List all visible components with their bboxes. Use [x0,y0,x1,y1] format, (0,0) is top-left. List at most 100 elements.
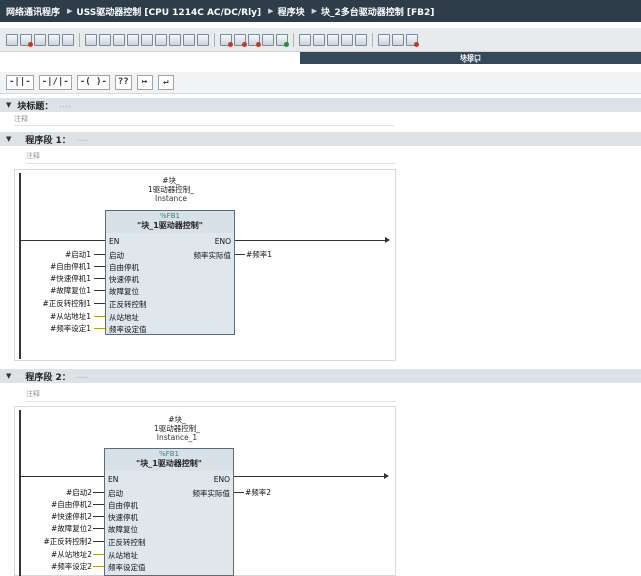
window-icon[interactable] [113,33,125,46]
toolbar-divider [293,32,294,47]
input-operand[interactable]: #正反转控制2 [43,536,92,547]
append-row-icon[interactable] [48,33,60,46]
call-structure-icon[interactable] [341,33,353,46]
glasses-icon[interactable] [392,33,404,46]
network-1-fb-box[interactable]: %FB1 "块_1驱动器控制" EN ENO 启动 自由停机 快速停机 故障复位… [105,210,235,335]
normally-closed-contact-button[interactable]: -|/|- [38,75,72,90]
fb-number: %FB1 [159,450,179,458]
breadcrumb-item[interactable]: USS驱动器控制 [CPU 1214C AC/DC/Rly] [76,5,261,18]
absolute-operand-icon[interactable] [141,33,153,46]
input-operand[interactable]: #启动1 [65,249,91,260]
fb-name: "块_1驱动器控制" [137,221,203,230]
coil-button[interactable]: -( )- [76,75,110,90]
network-2-fb-box[interactable]: %FB1 "块_1驱动器控制" EN ENO 启动 自由停机 快速停机 故障复位… [104,448,234,576]
comment-icon[interactable] [127,33,139,46]
input-operand[interactable]: #频率设定2 [51,561,92,572]
navigate-back-icon[interactable] [299,33,311,46]
navigate-forward-icon[interactable] [313,33,325,46]
output-operand[interactable]: #频率2 [245,487,271,498]
toolbar-divider [79,32,80,47]
favorites-icon[interactable] [169,33,181,46]
instance-line: Instance_1 [156,433,198,442]
fb-number: %FB1 [160,212,180,220]
input-pin: 频率设定值 [109,325,147,334]
cross-reference-icon[interactable] [355,33,367,46]
network-1-instance-db[interactable]: #块_ 1驱动器控制_ Instance [120,176,222,203]
output-operand[interactable]: #频率1 [246,249,272,260]
insert-network-icon[interactable] [6,33,18,46]
breadcrumb-item[interactable]: 网络通讯程序 [6,5,60,18]
input-operand[interactable]: #正反转控制1 [42,298,91,309]
monitor-icon[interactable] [248,33,261,47]
jump-icon[interactable] [327,33,339,46]
network-2-comment[interactable]: 注释 [26,389,40,399]
network-2-title-placeholder[interactable]: .... [77,371,88,381]
en-pin: EN [109,237,120,246]
instance-line: 1驱动器控制_ [147,185,195,194]
pin-wire [93,516,104,517]
pin-wire [93,504,104,505]
network-1-comment[interactable]: 注释 [26,151,40,161]
input-operand[interactable]: #频率设定1 [50,323,91,334]
breadcrumb-separator-icon: ▶ [268,7,274,15]
modify-icon[interactable] [262,33,274,46]
lad-instruction-toolbar: -||- -|/|- -( )- ?? ↦ ↵ [0,72,641,94]
close-branch-button[interactable]: ↵ [157,75,174,90]
empty-box-button[interactable]: ?? [114,75,132,90]
breadcrumb-item[interactable]: 程序块 [278,5,305,18]
toolbar-divider [214,32,215,47]
block-title-header[interactable]: ▼ 块标题： .... [0,98,641,112]
block-interface-panel[interactable]: 块接口 • • • [300,52,641,66]
input-pin: 快速停机 [108,513,138,522]
normally-open-contact-button[interactable]: -||- [6,75,34,90]
input-pin: 正反转控制 [108,538,146,547]
table-view-icon[interactable] [99,33,111,46]
symbolic-operand-icon[interactable] [155,33,167,46]
block-comment[interactable]: 注释 [14,114,28,124]
block-title-placeholder[interactable]: .... [59,100,70,110]
wire-end-arrow-icon [385,237,390,243]
pin-wire [94,254,105,255]
insert-row-icon[interactable] [34,33,46,46]
go-online-icon[interactable] [220,33,233,47]
collapse-triangle-icon[interactable]: ▼ [6,101,11,109]
pin-wire [94,278,105,279]
settings-icon[interactable] [378,33,390,46]
input-operand[interactable]: #启动2 [66,487,92,498]
input-operand[interactable]: #自由停机1 [50,261,91,272]
input-pin: 从站地址 [109,313,139,322]
input-operand[interactable]: #自由停机2 [51,499,92,510]
status-icon[interactable] [276,33,289,47]
eno-wire [234,476,384,477]
pin-wire [93,528,104,529]
panel-grip-icon[interactable]: • • • [300,60,641,66]
input-operand[interactable]: #从站地址1 [50,311,91,322]
go-offline-icon[interactable] [234,33,247,47]
input-operand[interactable]: #从站地址2 [51,549,92,560]
en-wire [21,240,105,241]
output-pin: 频率实际值 [192,489,231,498]
pin-wire [93,541,104,542]
list-view-icon[interactable] [85,33,97,46]
network-comment-icon[interactable] [183,33,195,46]
breadcrumb-item[interactable]: 块_2多台驱动器控制 [FB2] [321,5,434,18]
expand-all-icon[interactable] [197,33,209,46]
input-operand[interactable]: #快速停机2 [51,511,92,522]
edit-icon[interactable] [62,33,74,46]
network-2-header[interactable]: ▼ 程序段 2： .... [0,369,641,383]
input-operand[interactable]: #故障复位1 [50,285,91,296]
pin-wire [93,566,104,567]
network-1-header[interactable]: ▼ 程序段 1： .... [0,132,641,146]
compile-icon[interactable] [406,33,419,47]
input-operand[interactable]: #快速停机1 [50,273,91,284]
collapse-triangle-icon[interactable]: ▼ [6,372,11,380]
network-2-instance-db[interactable]: #块_ 1驱动器控制_ Instance_1 [127,415,227,442]
collapse-triangle-icon[interactable]: ▼ [6,135,11,143]
power-rail [19,410,21,576]
delete-network-icon[interactable] [20,33,33,47]
input-pin: 从站地址 [108,551,138,560]
input-operand[interactable]: #故障复位2 [51,523,92,534]
input-pin: 正反转控制 [109,300,147,309]
network-1-title-placeholder[interactable]: .... [77,134,88,144]
open-branch-button[interactable]: ↦ [136,75,153,90]
